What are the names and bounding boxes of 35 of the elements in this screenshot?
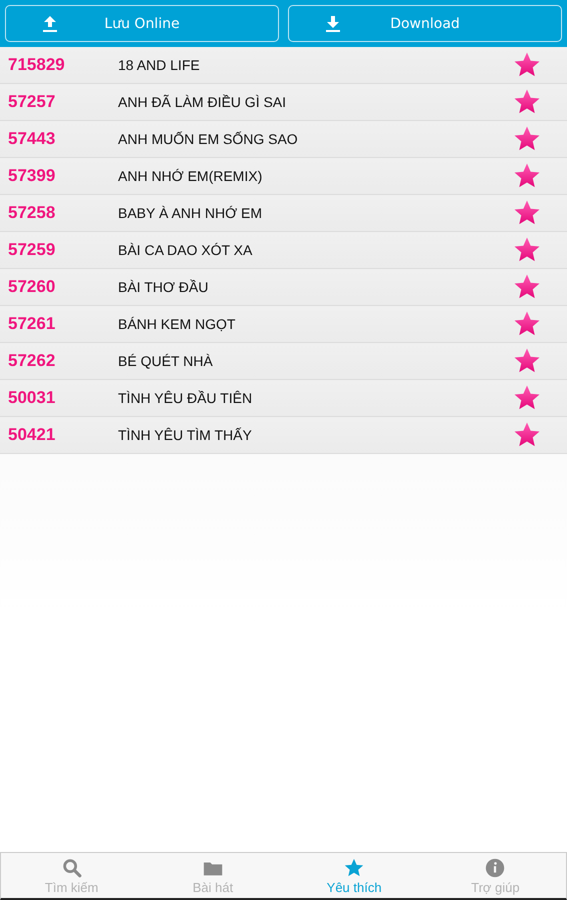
song-row[interactable]: 57262 BÉ QUÉT NHÀ [0, 343, 567, 380]
song-code: 57258 [8, 203, 56, 223]
song-row[interactable]: 57258 BABY À ANH NHỚ EM [0, 195, 567, 232]
info-icon [484, 856, 506, 878]
song-title: BÀI THƠ ĐẦU [118, 279, 210, 295]
song-code: 57443 [8, 129, 56, 149]
song-row[interactable]: 57260 BÀI THƠ ĐẦU [0, 269, 567, 306]
song-code: 57399 [8, 166, 56, 186]
upload-icon [40, 14, 60, 34]
song-code: 50031 [8, 388, 56, 408]
song-row[interactable]: 57399 ANH NHỚ EM(REMIX) [0, 158, 567, 195]
song-title: BABY À ANH NHỚ EM [118, 205, 264, 221]
song-title: ANH ĐÃ LÀM ĐIỀU GÌ SAI [118, 94, 288, 110]
song-title: BÁNH KEM NGỌT [118, 316, 236, 332]
song-code: 57262 [8, 351, 56, 371]
song-title: BÉ QUÉT NHÀ [118, 353, 214, 369]
song-title: BÀI CA DAO XÓT XA [118, 242, 254, 258]
song-code: 50421 [8, 425, 56, 445]
download-icon [323, 14, 343, 34]
song-title: 18 AND LIFE [118, 57, 201, 73]
song-code: 57260 [8, 277, 56, 297]
song-code: 57259 [8, 240, 56, 260]
song-row[interactable]: 57259 BÀI CA DAO XÓT XA [0, 232, 567, 269]
song-code: 57261 [8, 314, 56, 334]
song-title: TÌNH YÊU TÌM THẤY [118, 427, 253, 443]
song-row[interactable]: 50031 TÌNH YÊU ĐẦU TIÊN [0, 380, 567, 417]
song-row[interactable]: 57261 BÁNH KEM NGỌT [0, 306, 567, 343]
song-code: 715829 [8, 55, 66, 75]
song-title: TÌNH YÊU ĐẦU TIÊN [118, 390, 254, 406]
song-title: ANH NHỚ EM(REMIX) [118, 168, 264, 184]
song-title: ANH MUỐN EM SỐNG SAO [118, 131, 299, 147]
search-icon [60, 856, 83, 878]
star-icon [343, 856, 366, 878]
song-row[interactable]: 50421 TÌNH YÊU TÌM THẤY [0, 417, 567, 454]
song-code: 57257 [8, 92, 56, 112]
